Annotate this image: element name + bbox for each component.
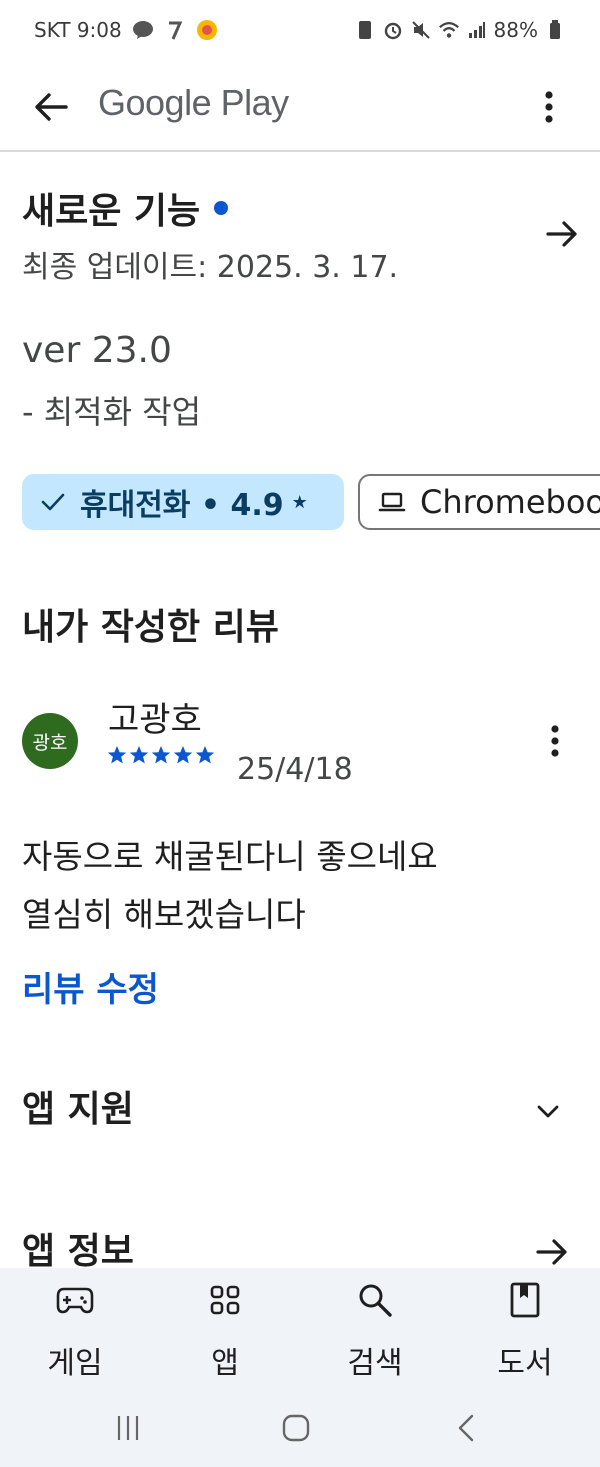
arrow-forward-icon	[532, 1232, 572, 1272]
recents-icon	[117, 1416, 139, 1440]
more-vert-icon	[545, 91, 553, 123]
back-arrow-icon	[35, 93, 68, 121]
rating-stars	[107, 745, 215, 765]
check-icon	[41, 493, 65, 511]
chevron-down-icon	[534, 1098, 562, 1126]
chip-chromebook-label: Chromebook	[420, 483, 600, 521]
more-options-button[interactable]	[532, 86, 566, 128]
reviewer-name: 고광호	[108, 700, 202, 740]
device-chips: 휴대전화 • 4.9 ★ Chromebook	[22, 474, 600, 530]
review-text: 자동으로 채굴된다니 좋으네요 열심히 해보겠습니다	[22, 828, 582, 944]
app-info-title: 앱 정보	[22, 1231, 134, 1272]
mute-icon	[410, 19, 432, 41]
chip-chromebook[interactable]: Chromebook	[358, 474, 600, 530]
home-icon	[282, 1414, 310, 1442]
my-review-heading: 내가 작성한 리뷰	[22, 607, 279, 648]
app-support-title: 앱 지원	[22, 1089, 134, 1130]
review-text-line: 열심히 해보겠습니다	[22, 895, 306, 934]
new-indicator-dot	[214, 201, 229, 215]
apps-grid-icon	[205, 1280, 245, 1320]
nav-games[interactable]: 게임	[0, 1268, 150, 1388]
back-button[interactable]	[30, 86, 72, 128]
talk-icon	[132, 19, 154, 41]
star-icon	[195, 746, 215, 764]
whats-new-section[interactable]: 새로운 기능 최종 업데이트: 2025. 3. 17. ver 23.0 - …	[22, 180, 582, 433]
system-back-button[interactable]	[446, 1410, 486, 1446]
nav-search[interactable]: 검색	[300, 1268, 450, 1388]
bottom-nav: 게임 앱 검색 도서	[0, 1268, 600, 1388]
search-icon	[355, 1280, 395, 1320]
whats-new-title: 새로운 기능	[22, 191, 201, 232]
status-bar: SKT 9:08 88%	[0, 0, 600, 64]
laptop-icon	[378, 492, 406, 512]
arrow-forward-icon	[546, 221, 577, 247]
carrier-time: SKT 9:08	[34, 18, 122, 42]
nav-games-label: 게임	[47, 1346, 103, 1381]
more-vert-icon	[551, 725, 559, 757]
recent-apps-button[interactable]	[108, 1410, 148, 1446]
whats-new-header: 새로운 기능	[22, 180, 582, 236]
home-button[interactable]	[276, 1410, 316, 1446]
star-icon	[151, 746, 171, 764]
app-notification-icon	[164, 19, 186, 41]
signal-icon	[466, 19, 488, 41]
update-note: - 최적화 작업	[22, 393, 202, 431]
review-date: 25/4/18	[237, 752, 353, 787]
chip-phone[interactable]: 휴대전화 • 4.9 ★	[22, 474, 344, 530]
status-left: SKT 9:08	[34, 18, 218, 42]
gamepad-icon	[55, 1280, 95, 1320]
last-updated: 최종 업데이트: 2025. 3. 17.	[22, 250, 399, 285]
alarm-icon	[382, 19, 404, 41]
nav-books-label: 도서	[497, 1346, 553, 1381]
book-icon	[505, 1280, 545, 1320]
review-more-button[interactable]	[540, 720, 570, 762]
nav-books[interactable]: 도서	[450, 1268, 600, 1388]
chevron-left-icon	[458, 1414, 474, 1442]
avatar: 광호	[22, 713, 78, 769]
version-text: ver 23.0	[22, 330, 172, 371]
edit-review-link[interactable]: 리뷰 수정	[22, 962, 159, 1011]
status-right: 88%	[354, 18, 566, 42]
star-icon	[107, 746, 127, 764]
nav-search-label: 검색	[347, 1346, 403, 1381]
review-text-line: 자동으로 채굴된다니 좋으네요	[22, 837, 438, 876]
nav-apps[interactable]: 앱	[150, 1268, 300, 1388]
sync-icon	[354, 19, 376, 41]
wifi-icon	[438, 19, 460, 41]
battery-icon	[544, 19, 566, 41]
chip-phone-label: 휴대전화 • 4.9	[80, 488, 284, 523]
nav-apps-label: 앱	[211, 1346, 239, 1381]
app-bar: Google Play	[0, 64, 600, 152]
star-icon	[173, 746, 193, 764]
star-icon	[129, 746, 149, 764]
screen: SKT 9:08 88% Google Play 새로운 기능 최종 업데이트:…	[0, 0, 600, 1467]
star-icon: ★	[291, 491, 308, 513]
app-support-row[interactable]: 앱 지원	[22, 1080, 582, 1140]
system-nav-bar	[0, 1388, 600, 1467]
app-title: Google Play	[98, 82, 289, 123]
whats-new-arrow-button[interactable]	[542, 214, 582, 254]
game-notification-icon	[196, 19, 218, 41]
battery-percent: 88%	[493, 18, 538, 42]
